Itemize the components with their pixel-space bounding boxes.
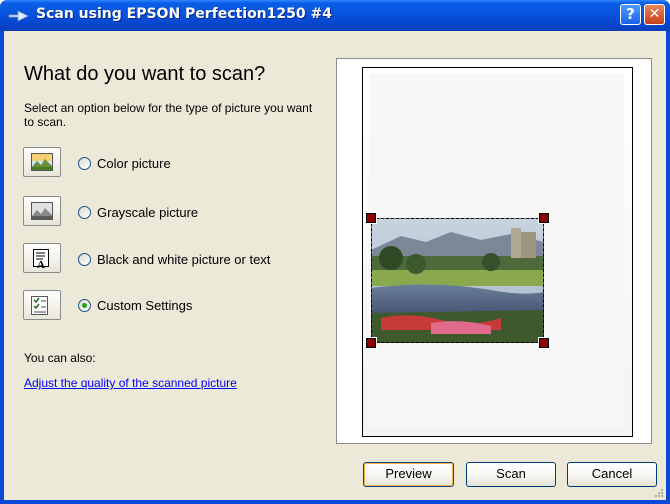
resize-grip-icon[interactable] xyxy=(652,486,664,498)
radio-selected-dot xyxy=(82,303,87,308)
grayscale-picture-radio[interactable] xyxy=(78,206,91,219)
black-white-radio[interactable] xyxy=(78,253,91,266)
grayscale-picture-icon[interactable] xyxy=(23,196,61,226)
black-white-text-icon[interactable]: A xyxy=(23,243,61,273)
grayscale-picture-label[interactable]: Grayscale picture xyxy=(97,205,198,220)
scan-page xyxy=(362,67,633,437)
crop-handle-top-right[interactable] xyxy=(538,212,550,224)
svg-text:A: A xyxy=(37,259,45,269)
dialog-body: What do you want to scan? Select an opti… xyxy=(4,31,666,500)
title-bar[interactable]: Scan using EPSON Perfection1250 #4 ? ✕ xyxy=(0,0,670,31)
adjust-quality-link[interactable]: Adjust the quality of the scanned pictur… xyxy=(24,376,237,390)
window-title: Scan using EPSON Perfection1250 #4 xyxy=(36,6,332,22)
scan-button[interactable]: Scan xyxy=(466,462,556,487)
preview-panel xyxy=(336,58,652,444)
scan-selection-frame[interactable] xyxy=(371,218,544,343)
color-picture-label[interactable]: Color picture xyxy=(97,156,171,171)
cancel-button[interactable]: Cancel xyxy=(567,462,657,487)
you-can-also-label: You can also: xyxy=(24,351,96,365)
page-title: What do you want to scan? xyxy=(24,63,266,85)
custom-settings-icon[interactable] xyxy=(23,290,61,320)
scanner-icon xyxy=(8,10,29,22)
crop-handle-bottom-left[interactable] xyxy=(365,337,377,349)
color-picture-radio[interactable] xyxy=(78,157,91,170)
preview-button[interactable]: Preview xyxy=(363,462,454,487)
instructions-text: Select an option below for the type of p… xyxy=(24,101,313,129)
crop-handle-top-left[interactable] xyxy=(365,212,377,224)
scan-dialog: Scan using EPSON Perfection1250 #4 ? ✕ W… xyxy=(0,0,670,504)
help-button[interactable]: ? xyxy=(620,4,641,25)
color-picture-icon[interactable] xyxy=(23,147,61,177)
custom-settings-radio[interactable] xyxy=(78,299,91,312)
close-button[interactable]: ✕ xyxy=(644,4,665,25)
black-white-label[interactable]: Black and white picture or text xyxy=(97,252,270,267)
crop-handle-bottom-right[interactable] xyxy=(538,337,550,349)
custom-settings-label[interactable]: Custom Settings xyxy=(97,298,192,313)
